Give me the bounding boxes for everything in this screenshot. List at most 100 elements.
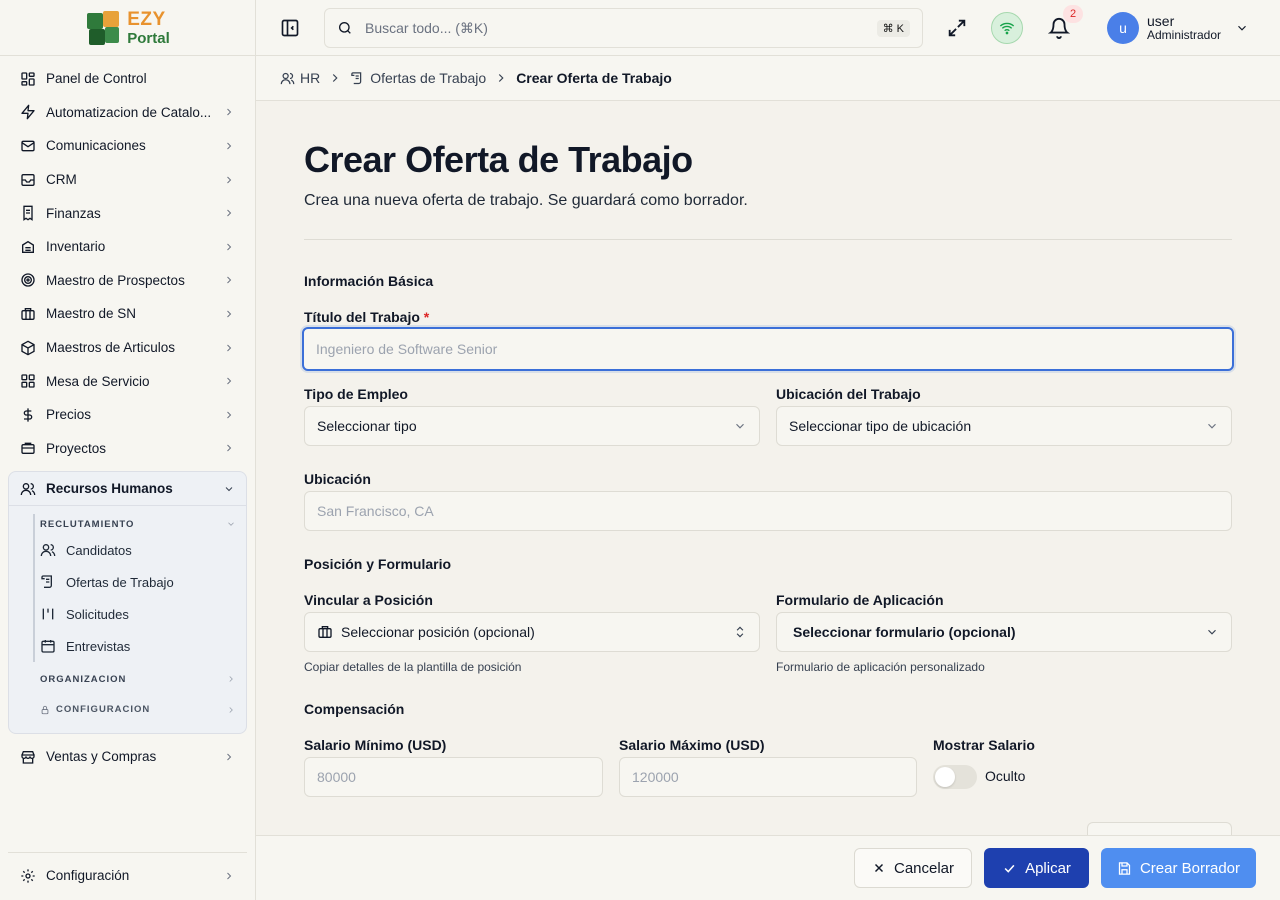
toggle-knob	[935, 767, 955, 787]
chevron-right-icon	[229, 706, 233, 713]
job-title-input[interactable]: Ingeniero de Software Senior	[302, 327, 1234, 371]
chevron-right-icon	[227, 310, 232, 318]
sidebar-item-label: CRM	[46, 172, 77, 188]
chevron-right-icon	[227, 753, 232, 761]
brand-logo[interactable]: EZY Portal	[0, 0, 255, 56]
sidebar-item-automatizacion[interactable]: Automatizacion de Catalo...	[8, 96, 247, 130]
submenu-header-organizacion[interactable]: ORGANIZACION	[33, 664, 246, 694]
user-menu[interactable]: u user Administrador	[1107, 12, 1249, 44]
app-form-select[interactable]: Seleccionar formulario (opcional)	[776, 612, 1232, 652]
chevron-down-icon	[228, 522, 234, 526]
cancel-button[interactable]: Cancelar	[854, 848, 972, 888]
inbox-icon	[20, 172, 36, 188]
sidebar-item-panel-de-control[interactable]: Panel de Control	[8, 62, 247, 96]
store-icon	[20, 749, 36, 765]
chevrons-up-down-icon	[736, 626, 744, 638]
app-form-label: Formulario de Aplicación	[776, 592, 944, 608]
users-icon	[20, 481, 36, 497]
location-label: Ubicación	[304, 471, 371, 487]
submenu-header-reclutamiento[interactable]: RECLUTAMIENTO	[39, 514, 246, 534]
sidebar-item-finanzas[interactable]: Finanzas	[8, 196, 247, 230]
sidebar-item-recursos-humanos[interactable]: Recursos Humanos	[9, 472, 246, 507]
salary-max-input[interactable]: 120000	[619, 757, 917, 797]
chevron-right-icon	[333, 74, 338, 82]
sidebar: EZY Portal Panel de Control Automatizaci…	[0, 0, 256, 900]
job-title-label-text: Título del Trabajo	[304, 309, 420, 325]
notification-badge: 2	[1063, 5, 1083, 23]
breadcrumb-hr[interactable]: HR	[280, 70, 320, 86]
sidebar-item-configuracion[interactable]: Configuración	[8, 859, 247, 893]
chevron-right-icon	[499, 74, 504, 82]
connection-status-button[interactable]	[991, 12, 1023, 44]
apply-button[interactable]: Aplicar	[984, 848, 1089, 888]
fullscreen-icon[interactable]	[946, 17, 968, 39]
lock-icon	[41, 705, 49, 714]
sidebar-item-inventario[interactable]: Inventario	[8, 230, 247, 264]
sidebar-item-label: Maestros de Articulos	[46, 340, 176, 356]
salary-max-label: Salario Máximo (USD)	[619, 737, 765, 753]
employment-type-select[interactable]: Seleccionar tipo	[304, 406, 760, 446]
sidebar-subitem-entrevistas[interactable]: Entrevistas	[39, 630, 246, 662]
cancel-label: Cancelar	[893, 859, 955, 877]
sidebar-item-label: Inventario	[46, 239, 106, 255]
submenu-header-configuracion[interactable]: CONFIGURACION	[33, 694, 246, 725]
breadcrumb: HR Ofertas de Trabajo Crear Oferta de Tr…	[256, 56, 1280, 101]
breadcrumb-ofertas[interactable]: Ofertas de Trabajo	[350, 70, 486, 86]
scroll-icon	[350, 71, 365, 86]
submenu-title: RECLUTAMIENTO	[40, 518, 135, 530]
grid-icon	[20, 373, 36, 389]
settings-icon	[20, 868, 36, 884]
user-name: user	[1147, 13, 1175, 30]
sidebar-subitem-solicitudes[interactable]: Solicitudes	[39, 598, 246, 630]
breadcrumb-current: Crear Oferta de Trabajo	[516, 70, 672, 86]
submenu-reclutamiento: RECLUTAMIENTO Candidatos Ofertas de Trab…	[33, 514, 246, 663]
logo-line2: Portal	[127, 29, 170, 47]
sidebar-item-maestro-sn[interactable]: Maestro de SN	[8, 297, 247, 331]
salary-min-label: Salario Mínimo (USD)	[304, 737, 447, 753]
logo-mark-icon	[85, 9, 123, 47]
chevron-right-icon	[227, 277, 232, 284]
chevron-down-icon	[1208, 629, 1216, 635]
sidebar-toggle-icon[interactable]	[280, 18, 300, 38]
search-placeholder: Buscar todo... (⌘K)	[365, 19, 488, 36]
link-position-combobox[interactable]: Seleccionar posición (opcional)	[304, 612, 760, 652]
sidebar-item-mesa-servicio[interactable]: Mesa de Servicio	[8, 364, 247, 398]
sidebar-subitem-label: Candidatos	[66, 542, 132, 558]
chevron-down-icon	[736, 423, 744, 429]
sidebar-subitem-candidatos[interactable]: Candidatos	[39, 534, 246, 566]
search-shortcut: ⌘ K	[876, 19, 910, 37]
sidebar-item-maestros-articulos[interactable]: Maestros de Articulos	[8, 331, 247, 365]
chevron-right-icon	[227, 411, 232, 419]
sidebar-item-maestro-prospectos[interactable]: Maestro de Prospectos	[8, 264, 247, 298]
sidebar-item-ventas-compras[interactable]: Ventas y Compras	[8, 740, 247, 774]
chevron-right-icon	[229, 676, 233, 682]
job-title-placeholder: Ingeniero de Software Senior	[316, 341, 498, 357]
sidebar-item-proyectos[interactable]: Proyectos	[8, 432, 247, 466]
search-icon	[339, 22, 351, 34]
sidebar-subitem-label: Ofertas de Trabajo	[66, 574, 174, 590]
sidebar-item-crm[interactable]: CRM	[8, 163, 247, 197]
location-input[interactable]: San Francisco, CA	[304, 491, 1232, 531]
work-location-select[interactable]: Seleccionar tipo de ubicación	[776, 406, 1232, 446]
briefcase-icon	[20, 306, 36, 322]
briefcase-icon	[318, 626, 332, 638]
show-salary-toggle[interactable]	[933, 765, 977, 789]
chevron-right-icon	[227, 176, 232, 183]
sidebar-item-precios[interactable]: Precios	[8, 398, 247, 432]
search-input[interactable]: Buscar todo... (⌘K) ⌘ K	[324, 8, 923, 48]
sidebar-subitem-ofertas[interactable]: Ofertas de Trabajo	[39, 566, 246, 598]
user-role: Administrador	[1147, 28, 1222, 43]
app-form-help: Formulario de aplicación personalizado	[776, 660, 985, 674]
sidebar-item-comunicaciones[interactable]: Comunicaciones	[8, 129, 247, 163]
chevron-down-icon	[225, 486, 233, 491]
chevron-right-icon	[227, 243, 232, 251]
chevron-right-icon	[227, 444, 232, 452]
sidebar-item-label: Comunicaciones	[46, 138, 146, 154]
users-icon	[280, 71, 295, 86]
scroll-icon	[40, 574, 56, 590]
salary-min-input[interactable]: 80000	[304, 757, 603, 797]
logo-line1: EZY	[127, 8, 166, 30]
create-draft-button[interactable]: Crear Borrador	[1101, 848, 1256, 888]
sidebar-item-label: Recursos Humanos	[46, 481, 173, 497]
sidebar-item-label: Panel de Control	[46, 71, 147, 87]
